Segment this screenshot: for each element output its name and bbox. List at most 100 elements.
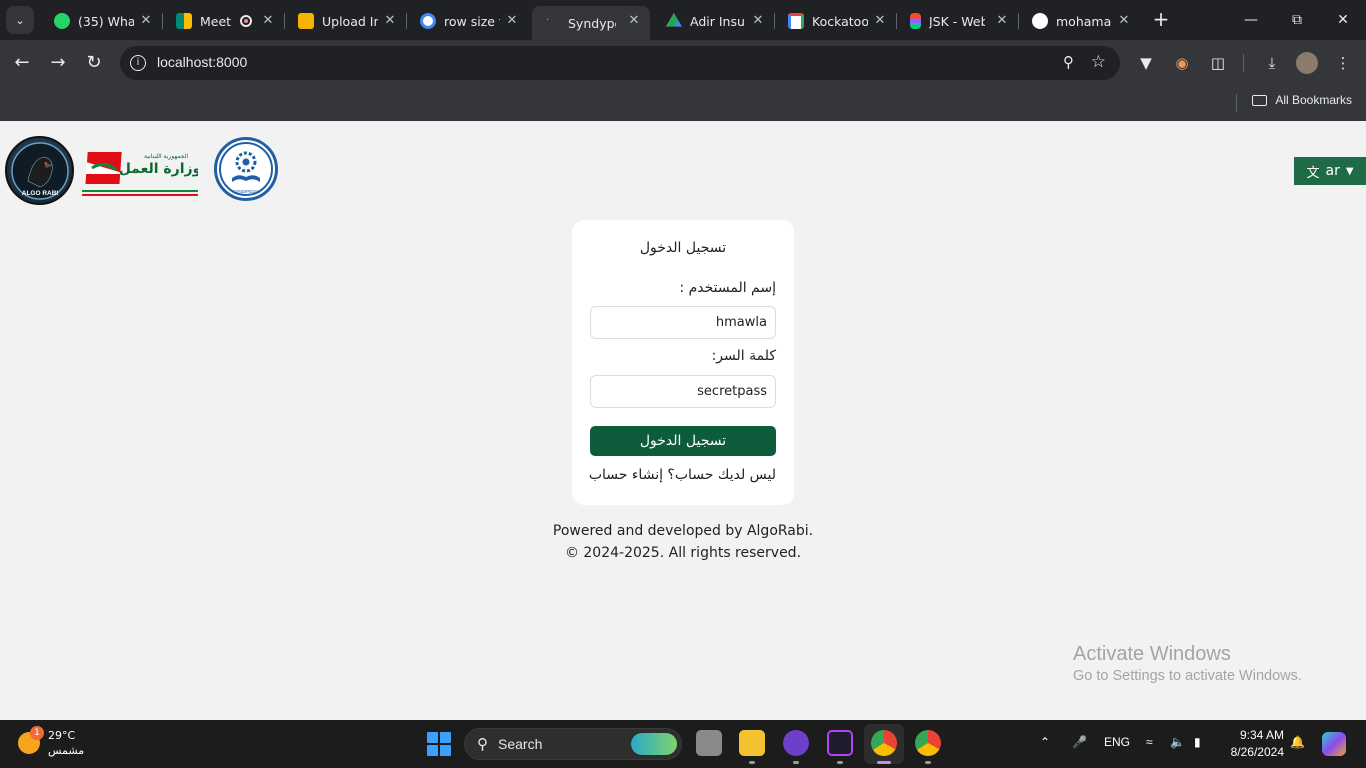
microphone-icon[interactable]: 🎤 <box>1072 735 1087 749</box>
username-input[interactable] <box>590 306 776 339</box>
close-tab-icon[interactable]: ✕ <box>260 13 276 29</box>
show-hidden-icons-button[interactable]: ⌃ <box>1040 735 1050 749</box>
taskbar-search-label: Search <box>498 736 543 752</box>
profile-avatar[interactable] <box>1296 52 1318 74</box>
bookmarks-bar: All Bookmarks <box>0 86 1366 121</box>
site-info-icon[interactable]: i <box>130 55 146 71</box>
close-tab-icon[interactable]: ✕ <box>750 13 766 29</box>
chrome-profile-icon[interactable] <box>915 730 941 756</box>
forward-button[interactable]: → <box>46 51 70 75</box>
running-indicator <box>793 761 799 764</box>
running-indicator <box>925 761 931 764</box>
vue-logo-icon: ▼ <box>1140 54 1152 72</box>
tab-drive[interactable]: Adir Insurance ✕ <box>652 6 775 36</box>
chevron-down-icon: ▼ <box>1345 165 1354 177</box>
all-bookmarks-button[interactable]: All Bookmarks <box>1252 93 1352 107</box>
register-link[interactable]: ليس لديك حساب؟ إنشاء حساب <box>589 467 776 483</box>
toolbar-separator <box>1243 54 1244 72</box>
figma-icon <box>910 13 921 29</box>
active-indicator <box>877 761 891 764</box>
close-tab-icon[interactable]: ✕ <box>504 13 520 29</box>
new-tab-button[interactable]: + <box>1150 8 1172 30</box>
extensions-button[interactable]: ◫ <box>1207 52 1229 74</box>
tab-syndypedia[interactable]: · Syndypedia ✕ <box>532 6 650 40</box>
tab-whatsapp[interactable]: (35) WhatsApp ✕ <box>40 6 163 36</box>
back-button[interactable]: ← <box>10 51 34 75</box>
password-input[interactable] <box>590 375 776 408</box>
tab-github[interactable]: mohamad ✕ <box>1018 6 1140 36</box>
login-title: تسجيل الدخول <box>639 240 727 256</box>
weather-desc: مشمس <box>48 744 85 757</box>
start-button[interactable] <box>427 732 451 756</box>
sun-icon: 1 <box>18 726 44 754</box>
login-submit-button[interactable]: تسجيل الدخول <box>590 426 776 456</box>
taskbar-search[interactable]: ⚲ Search <box>464 728 682 760</box>
translate-icon: 文 <box>1306 165 1320 181</box>
weather-widget[interactable]: 1 29°C مشمس <box>18 726 84 758</box>
tab-google-search[interactable]: row size table ✕ <box>406 6 528 36</box>
bookmark-star-icon[interactable]: ☆ <box>1091 52 1106 72</box>
close-tab-icon[interactable]: ✕ <box>382 13 398 29</box>
close-icon: ✕ <box>1337 12 1349 28</box>
close-tab-icon[interactable]: ✕ <box>138 13 154 29</box>
minimize-button[interactable]: — <box>1228 0 1274 40</box>
battery-icon[interactable]: ▮ <box>1194 735 1201 749</box>
reload-icon: ↻ <box>86 52 102 73</box>
search-highlight-icon <box>631 733 677 755</box>
svg-text:وزارة العمل: وزارة العمل <box>119 161 198 177</box>
vuejs-extension-icon[interactable]: ▼ <box>1135 52 1157 74</box>
restore-button[interactable]: ⧉ <box>1274 0 1320 40</box>
svg-text:الجمهورية اللبنانية: الجمهورية اللبنانية <box>144 153 188 160</box>
wifi-icon[interactable]: ≈ <box>1146 735 1153 749</box>
gmail-icon <box>788 13 804 29</box>
login-card: تسجيل الدخول إسم المستخدم : كلمة السر: ت… <box>572 220 794 505</box>
close-tab-icon[interactable]: ✕ <box>626 13 642 29</box>
chevron-down-icon: ⌄ <box>15 13 25 27</box>
chevron-up-icon: ⌃ <box>1040 735 1051 749</box>
system-clock[interactable]: 9:34 AM 8/26/2024 <box>1231 727 1284 761</box>
notification-bell-icon[interactable]: 🔔 <box>1290 735 1305 749</box>
task-view-icon[interactable] <box>696 730 722 756</box>
drive-icon <box>666 13 682 27</box>
svg-text:ALGO RABI: ALGO RABI <box>21 190 58 197</box>
cookie-extension-icon[interactable]: ◉ <box>1171 52 1193 74</box>
phpstorm-icon[interactable] <box>827 730 853 756</box>
recording-icon <box>240 15 252 27</box>
tab-figma[interactable]: JSK - Web ✕ <box>896 6 1019 36</box>
page-footer: Powered and developed by AlgoRabi. © 202… <box>0 520 1366 564</box>
url-text[interactable]: localhost:8000 <box>157 54 247 70</box>
windows-logo-tile <box>427 732 438 743</box>
weather-text: 29°C مشمس <box>48 728 84 758</box>
search-icon: ⚲ <box>477 736 488 753</box>
close-window-button[interactable]: ✕ <box>1320 0 1366 40</box>
google-icon <box>420 13 436 29</box>
close-tab-icon[interactable]: ✕ <box>872 13 888 29</box>
running-indicator <box>749 761 755 764</box>
reload-button[interactable]: ↻ <box>82 51 106 75</box>
tab-meet[interactable]: Meet ✕ <box>162 6 285 36</box>
downloads-button[interactable]: ⤓ <box>1261 52 1283 74</box>
notification-badge: 1 <box>30 726 44 740</box>
chrome-icon[interactable] <box>871 730 897 756</box>
close-tab-icon[interactable]: ✕ <box>994 13 1010 29</box>
tab-upload[interactable]: Upload Images ✕ <box>284 6 407 36</box>
close-tab-icon[interactable]: ✕ <box>1116 13 1132 29</box>
copilot-icon[interactable] <box>1322 732 1346 756</box>
address-bar[interactable]: i localhost:8000 ⚲ ☆ <box>120 46 1120 80</box>
github-desktop-icon[interactable] <box>783 730 809 756</box>
windows-logo-tile <box>427 745 438 756</box>
language-indicator[interactable]: ENG <box>1104 735 1130 749</box>
clock-date: 8/26/2024 <box>1230 745 1284 759</box>
upload-icon <box>298 13 314 29</box>
file-explorer-icon[interactable] <box>739 730 765 756</box>
tab-search-button[interactable]: ⌄ <box>6 6 34 34</box>
page-content: ALGO RABI الجمهورية اللبنانية وزارة العم… <box>0 121 1366 720</box>
tab-gmail[interactable]: Kockatoo ✕ <box>774 6 897 36</box>
cookie-icon: ◉ <box>1175 54 1189 72</box>
volume-icon[interactable]: 🔈 <box>1170 735 1185 749</box>
language-switcher-button[interactable]: 文 ar ▼ <box>1294 157 1366 185</box>
github-icon <box>1032 13 1048 29</box>
zoom-icon[interactable]: ⚲ <box>1063 53 1074 71</box>
chrome-menu-button[interactable]: ⋮ <box>1332 52 1354 74</box>
username-label: إسم المستخدم : <box>679 280 776 296</box>
